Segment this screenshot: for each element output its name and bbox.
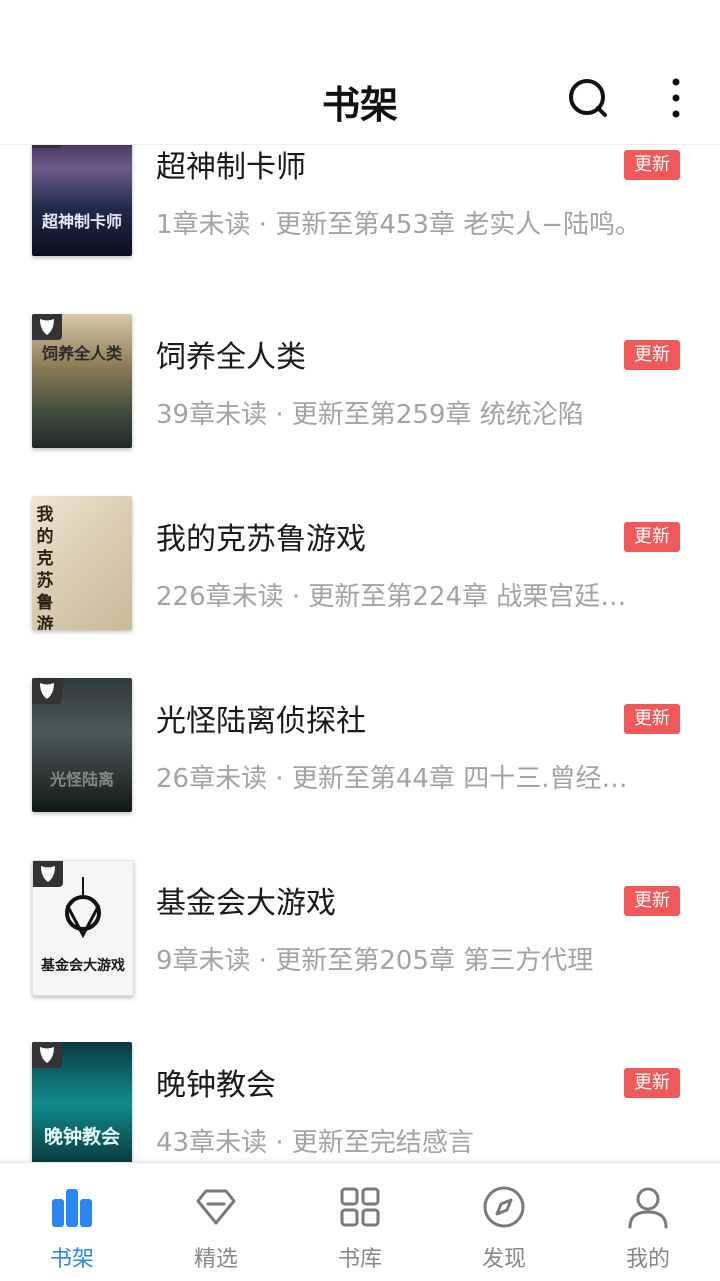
search-button[interactable] [562, 72, 614, 124]
book-progress: 39章未读 · 更新至第259章 统统沦陷 [156, 400, 584, 430]
more-vertical-icon [672, 78, 680, 118]
tab-discover[interactable]: 发现 [432, 1163, 576, 1281]
tab-label: 我的 [625, 1247, 670, 1272]
update-badge: 更新 [624, 150, 680, 180]
book-cover[interactable]: 超神制卡师 [32, 144, 132, 256]
bookshelf-list: 超神制卡师 超神制卡师 更新 1章未读 · 更新至第453章 老实人−陆鸣。 饲… [0, 144, 720, 1162]
book-item[interactable]: 超神制卡师 超神制卡师 更新 1章未读 · 更新至第453章 老实人−陆鸣。 [0, 144, 720, 318]
book-progress: 26章未读 · 更新至第44章 四十三.曾经… [156, 764, 628, 794]
book-title: 晚钟教会 [156, 1068, 276, 1103]
book-item[interactable]: 我的克苏鲁游戏 我的克苏鲁游戏 更新 226章未读 · 更新至第224章 战栗宫… [0, 496, 720, 682]
book-cover[interactable]: 光怪陆离 [32, 678, 132, 812]
bottom-tab-bar: 书架 精选 书库 发现 我的 [0, 1162, 720, 1281]
book-title: 饲养全人类 [156, 340, 306, 375]
grid-icon [340, 1187, 380, 1227]
book-cover[interactable]: 基金会大游戏 [32, 860, 134, 996]
mask-icon [33, 861, 63, 887]
tab-label: 精选 [193, 1247, 238, 1272]
mask-icon [32, 1042, 62, 1068]
person-icon [628, 1187, 668, 1229]
tab-profile[interactable]: 我的 [576, 1163, 720, 1281]
tab-label: 书架 [49, 1247, 94, 1272]
book-title: 我的克苏鲁游戏 [156, 522, 366, 557]
tab-label: 发现 [481, 1247, 526, 1272]
update-badge: 更新 [624, 340, 680, 370]
more-button[interactable] [658, 72, 694, 124]
book-item[interactable]: 晚钟教会 晚钟教会 更新 43章未读 · 更新至完结感言 [0, 1042, 720, 1162]
search-icon [569, 79, 607, 117]
cover-title: 饲养全人类 [41, 344, 122, 363]
update-badge: 更新 [624, 886, 680, 916]
cover-title: 基金会大游戏 [41, 958, 125, 974]
app-header: 书架 [0, 56, 720, 145]
book-progress: 1章未读 · 更新至第453章 老实人−陆鸣。 [156, 210, 642, 240]
status-bar [0, 0, 720, 56]
book-title: 超神制卡师 [156, 150, 306, 185]
update-badge: 更新 [624, 522, 680, 552]
tab-bookshelf[interactable]: 书架 [0, 1163, 144, 1281]
book-item[interactable]: 光怪陆离 光怪陆离侦探社 更新 26章未读 · 更新至第44章 四十三.曾经… [0, 678, 720, 864]
book-cover[interactable]: 我的克苏鲁游戏 [32, 496, 132, 630]
mask-icon [32, 314, 62, 340]
cover-art [65, 877, 101, 939]
book-item[interactable]: 基金会大游戏 基金会大游戏 更新 9章未读 · 更新至第205章 第三方代理 [0, 860, 720, 1046]
book-cover[interactable]: 晚钟教会 [32, 1042, 132, 1162]
book-title: 光怪陆离侦探社 [156, 704, 366, 739]
update-badge: 更新 [624, 1068, 680, 1098]
mask-icon [32, 678, 62, 704]
bookshelf-icon [52, 1189, 92, 1227]
book-cover[interactable]: 饲养全人类 [32, 314, 132, 448]
book-progress: 43章未读 · 更新至完结感言 [156, 1128, 474, 1158]
tab-library[interactable]: 书库 [288, 1163, 432, 1281]
book-title: 基金会大游戏 [156, 886, 336, 921]
tab-featured[interactable]: 精选 [144, 1163, 288, 1281]
cover-title: 晚钟教会 [43, 1126, 120, 1148]
book-progress: 226章未读 · 更新至第224章 战栗宫廷… [156, 582, 627, 612]
compass-icon [483, 1186, 525, 1228]
book-progress: 9章未读 · 更新至第205章 第三方代理 [156, 946, 594, 976]
update-badge: 更新 [624, 704, 680, 734]
diamond-icon [196, 1189, 236, 1225]
cover-title: 超神制卡师 [41, 212, 122, 231]
tab-label: 书库 [337, 1247, 382, 1272]
cover-title: 光怪陆离 [49, 770, 114, 789]
cover-title: 我的克苏鲁游戏 [36, 505, 54, 630]
book-item[interactable]: 饲养全人类 饲养全人类 更新 39章未读 · 更新至第259章 统统沦陷 [0, 314, 720, 500]
